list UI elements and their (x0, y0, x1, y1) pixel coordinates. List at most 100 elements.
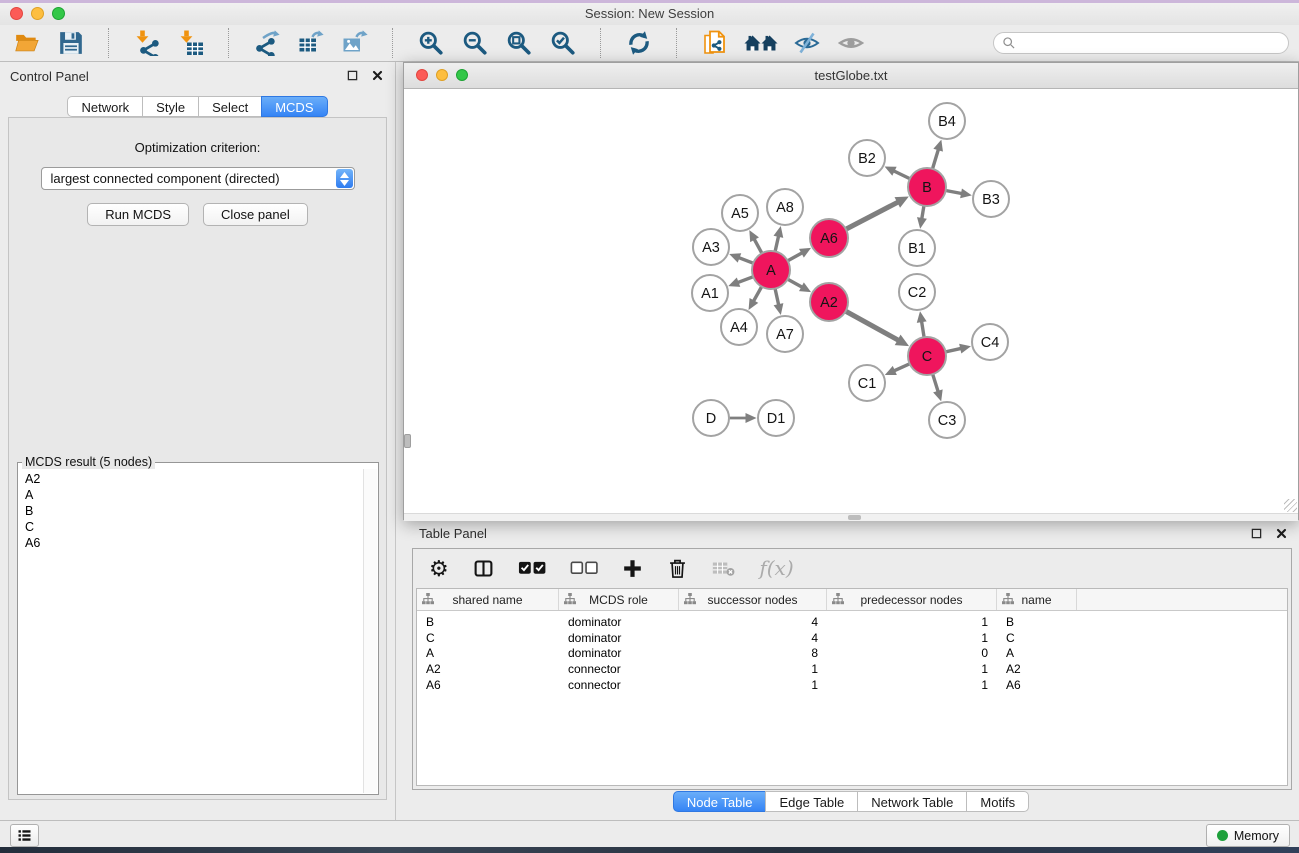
graph-node-label: C (922, 349, 932, 365)
column-tree-icon (563, 592, 577, 606)
table-row[interactable]: A2connector11A2 (417, 661, 1287, 677)
graph-node-label: A3 (702, 240, 720, 256)
table-row[interactable]: Cdominator41C (417, 630, 1287, 646)
network-zoom-button[interactable] (456, 69, 468, 81)
network-close-button[interactable] (416, 69, 428, 81)
mcds-result-item[interactable]: B (18, 503, 364, 519)
zoom-in-icon[interactable] (416, 27, 446, 59)
zoom-fit-icon[interactable] (504, 27, 534, 59)
graph-node-label: A1 (701, 286, 719, 302)
edge-arrowhead (933, 389, 943, 401)
network-view-window: testGlobe.txt B4B2BB3A8A5A6A3B1AA1C2A2A4… (403, 62, 1299, 520)
show-eye-icon[interactable] (836, 27, 866, 59)
save-session-icon[interactable] (56, 27, 86, 59)
network-graph-svg[interactable]: B4B2BB3A8A5A6A3B1AA1C2A2A4A7C4CC1C3DD1 (404, 89, 1298, 513)
graph-node-label: B2 (858, 151, 876, 167)
tab-network[interactable]: Network (67, 96, 143, 117)
float-table-panel-icon[interactable] (1250, 527, 1262, 539)
column-header[interactable]: successor nodes (679, 589, 827, 610)
column-tree-icon (831, 592, 845, 606)
control-panel-tabs: NetworkStyleSelectMCDS (0, 96, 395, 117)
column-header[interactable]: MCDS role (559, 589, 679, 610)
mcds-result-item[interactable]: A (18, 487, 364, 503)
edge-arrowhead (729, 253, 741, 262)
search-icon (1002, 36, 1016, 50)
toolbar-separator (392, 28, 394, 58)
session-file-icon[interactable] (700, 27, 730, 59)
network-vertical-scrollbar[interactable] (404, 89, 410, 513)
settings-gear-icon[interactable]: ⚙ (429, 558, 449, 579)
import-table-icon[interactable] (176, 27, 206, 59)
unselect-all-columns-icon[interactable] (570, 560, 598, 577)
close-panel-button[interactable]: Close panel (203, 203, 308, 226)
edge-arrowhead (774, 226, 784, 238)
network-minimize-button[interactable] (436, 69, 448, 81)
graph-node-label: B (922, 180, 932, 196)
toolbar-separator (676, 28, 678, 58)
tab-select[interactable]: Select (198, 96, 262, 117)
refresh-icon[interactable] (624, 27, 654, 59)
tab-edge-table[interactable]: Edge Table (765, 791, 858, 812)
node-table: shared nameMCDS rolesuccessor nodesprede… (416, 588, 1288, 786)
column-header[interactable]: shared name (417, 589, 559, 610)
control-panel: Control Panel NetworkStyleSelectMCDS Opt… (0, 62, 396, 820)
tab-mcds[interactable]: MCDS (261, 96, 327, 117)
delete-column-icon[interactable] (667, 558, 688, 579)
open-file-icon[interactable] (12, 27, 42, 59)
mcds-panel: Optimization criterion: largest connecte… (8, 117, 387, 800)
toolbar-separator (108, 28, 110, 58)
split-view-icon[interactable] (473, 558, 494, 579)
vscroll-thumb[interactable] (404, 434, 411, 448)
tab-node-table[interactable]: Node Table (673, 791, 767, 812)
table-row[interactable]: Bdominator41B (417, 614, 1287, 630)
status-bar: Memory (0, 820, 1299, 847)
graph-node-label: A4 (730, 320, 748, 336)
tab-motifs[interactable]: Motifs (966, 791, 1029, 812)
close-panel-icon[interactable] (371, 69, 383, 81)
export-table-icon[interactable] (296, 27, 326, 59)
mcds-result-list: A2ABCA6 (18, 471, 364, 793)
resize-grip[interactable] (1284, 499, 1297, 512)
run-mcds-button[interactable]: Run MCDS (87, 203, 189, 226)
column-header[interactable]: predecessor nodes (827, 589, 997, 610)
zoom-out-icon[interactable] (460, 27, 490, 59)
hscroll-thumb[interactable] (848, 515, 861, 520)
criterion-dropdown[interactable]: largest connected component (directed) (41, 167, 355, 190)
home-icon[interactable] (744, 27, 778, 59)
show-tasks-button[interactable] (10, 824, 39, 847)
tab-style[interactable]: Style (142, 96, 199, 117)
memory-label: Memory (1234, 829, 1279, 843)
toolbar-icon-groups (12, 27, 866, 59)
dropdown-stepper-icon (336, 169, 353, 188)
select-all-columns-icon[interactable] (518, 560, 546, 577)
tab-network-table[interactable]: Network Table (857, 791, 967, 812)
column-header[interactable]: name (997, 589, 1077, 610)
table-row[interactable]: A6connector11A6 (417, 677, 1287, 693)
network-horizontal-scrollbar[interactable] (404, 513, 1298, 521)
mcds-result-box: MCDS result (5 nodes) A2ABCA6 (17, 455, 379, 795)
edge-arrowhead (933, 140, 943, 152)
network-window-titlebar[interactable]: testGlobe.txt (404, 63, 1298, 89)
mcds-result-item[interactable]: A6 (18, 535, 364, 551)
result-scrollbar[interactable] (363, 469, 377, 793)
mcds-result-item[interactable]: A2 (18, 471, 364, 487)
import-network-icon[interactable] (132, 27, 162, 59)
add-column-icon[interactable] (622, 558, 643, 579)
export-image-icon[interactable] (340, 27, 370, 59)
edge-arrowhead (917, 217, 927, 229)
zoom-selected-icon[interactable] (548, 27, 578, 59)
network-canvas[interactable]: B4B2BB3A8A5A6A3B1AA1C2A2A4A7C4CC1C3DD1 (404, 89, 1298, 513)
float-panel-icon[interactable] (346, 69, 358, 81)
search-field[interactable] (993, 32, 1289, 54)
close-table-panel-icon[interactable] (1275, 527, 1287, 539)
main-toolbar (0, 25, 1299, 62)
table-row[interactable]: Adominator80A (417, 646, 1287, 662)
export-network-icon[interactable] (252, 27, 282, 59)
hide-network-icon[interactable] (792, 27, 822, 59)
list-icon (17, 828, 32, 843)
toolbar-separator (228, 28, 230, 58)
graph-node-label: B3 (982, 192, 1000, 208)
mcds-result-item[interactable]: C (18, 519, 364, 535)
memory-button[interactable]: Memory (1206, 824, 1290, 847)
graph-node-label: A7 (776, 327, 794, 343)
